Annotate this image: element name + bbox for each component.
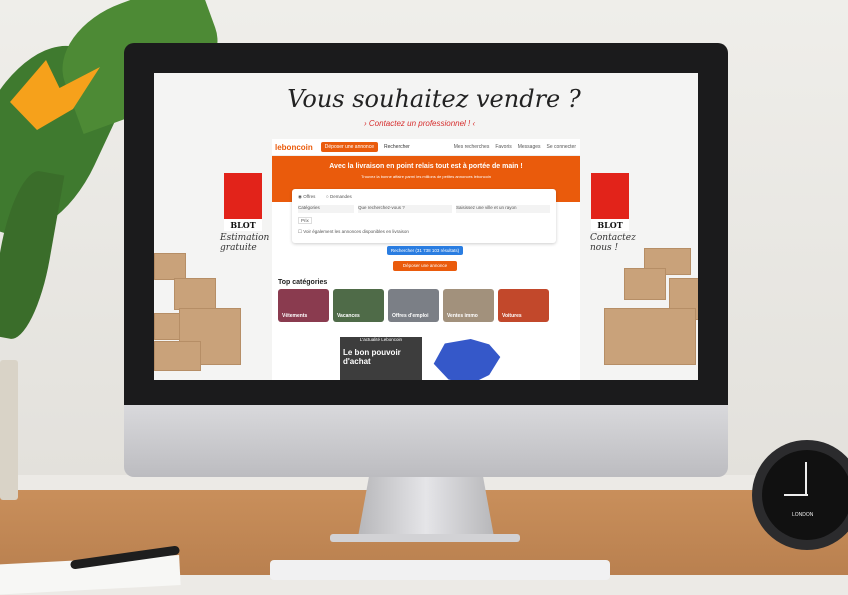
site-logo[interactable]: leboncoin <box>275 143 313 152</box>
category-select[interactable]: Catégories <box>298 205 354 213</box>
news-title: L'actualité Leboncoin <box>359 337 403 342</box>
category-card[interactable]: Voitures <box>498 289 549 322</box>
radio-offers-label: Offres <box>303 194 316 199</box>
cardboard-box <box>154 313 181 340</box>
category-card[interactable]: Vacances <box>333 289 384 322</box>
nav-search-link[interactable]: Rechercher <box>384 144 410 150</box>
banner-headline: Vous souhaitez vendre ? <box>287 85 581 113</box>
radio-demands-label: Demandes <box>329 194 352 199</box>
blot-logo-text: BLOT <box>591 219 629 231</box>
delivery-checkbox-label: Voir également les annonces disponibles … <box>303 229 409 234</box>
radio-offers[interactable]: ◉ Offres <box>298 194 315 200</box>
category-label: Vêtements <box>282 313 308 319</box>
post-ad-button[interactable]: Déposer une annonce <box>393 261 457 271</box>
query-input[interactable]: Que recherchez-vous ? <box>358 205 452 213</box>
clock-face: LONDON <box>762 450 848 540</box>
blot-logo-text: BLOT <box>224 219 262 231</box>
location-input[interactable]: Saisissez une ville et un rayon <box>456 205 550 213</box>
imac-chin <box>124 405 728 477</box>
screen: Vous souhaitez vendre ? › Contactez un p… <box>154 73 698 380</box>
category-carousel: Vêtements Vacances Offres d'emploi Vente… <box>278 289 549 322</box>
search-button[interactable]: Rechercher (31 738 103 résultats) <box>387 246 463 255</box>
delivery-checkbox[interactable]: ☐ Voir également les annonces disponible… <box>298 229 409 235</box>
cardboard-box <box>174 278 216 310</box>
hero-subtitle: Trouvez la bonne affaire parmi les milli… <box>361 174 491 179</box>
category-card[interactable]: Offres d'emploi <box>388 289 439 322</box>
nav-messages[interactable]: Messages <box>518 144 541 150</box>
category-card[interactable]: Ventes immo <box>443 289 494 322</box>
keyboard <box>270 560 610 580</box>
category-label: Voitures <box>502 313 522 319</box>
cardboard-box <box>154 253 186 280</box>
category-label: Vacances <box>337 313 360 319</box>
radio-demands[interactable]: ○ Demandes <box>326 194 352 199</box>
nav-saved-searches[interactable]: Mes recherches <box>454 144 490 150</box>
nav-login[interactable]: Se connecter <box>547 144 576 150</box>
banner-subline: › Contactez un professionnel ! ‹ <box>364 119 476 128</box>
cardboard-box <box>604 308 696 365</box>
cardboard-box <box>154 341 201 371</box>
france-map <box>433 339 501 380</box>
cardboard-box <box>624 268 666 300</box>
blot-logo-left: BLOT <box>224 173 262 231</box>
news-headline: Le bon pouvoir d'achat <box>343 348 401 366</box>
vase <box>0 360 18 500</box>
category-label: Offres d'emploi <box>392 313 429 319</box>
post-ad-nav-button[interactable]: Déposer une annonce <box>320 142 378 152</box>
estimation-note: Estimation gratuite <box>220 233 270 253</box>
nav-icons: Mes recherches Favoris Messages Se conne… <box>454 144 576 150</box>
price-chip[interactable]: Prix <box>298 217 312 224</box>
category-card[interactable]: Vêtements <box>278 289 329 322</box>
nav-favorites[interactable]: Favoris <box>495 144 511 150</box>
news-card[interactable]: L'actualité Leboncoin Le bon pouvoir d'a… <box>340 337 422 380</box>
site-navbar: leboncoin Déposer une annonce Rechercher… <box>272 139 580 156</box>
leboncoin-page: leboncoin Déposer une annonce Rechercher… <box>272 139 580 380</box>
blot-logo-right: BLOT <box>591 173 629 231</box>
category-label: Ventes immo <box>447 313 478 319</box>
imac-base <box>330 534 520 542</box>
top-categories-title: Top catégories <box>278 279 328 286</box>
imac-stand <box>358 477 494 537</box>
hero-title: Avec la livraison en point relais tout e… <box>329 163 523 170</box>
clock-minute-hand <box>805 462 807 495</box>
clock-brand-label: LONDON <box>792 512 814 518</box>
search-form: ◉ Offres ○ Demandes Catégories Que reche… <box>292 189 556 243</box>
clock-hour-hand <box>784 494 808 496</box>
contact-note: Contactez nous ! <box>590 233 636 253</box>
